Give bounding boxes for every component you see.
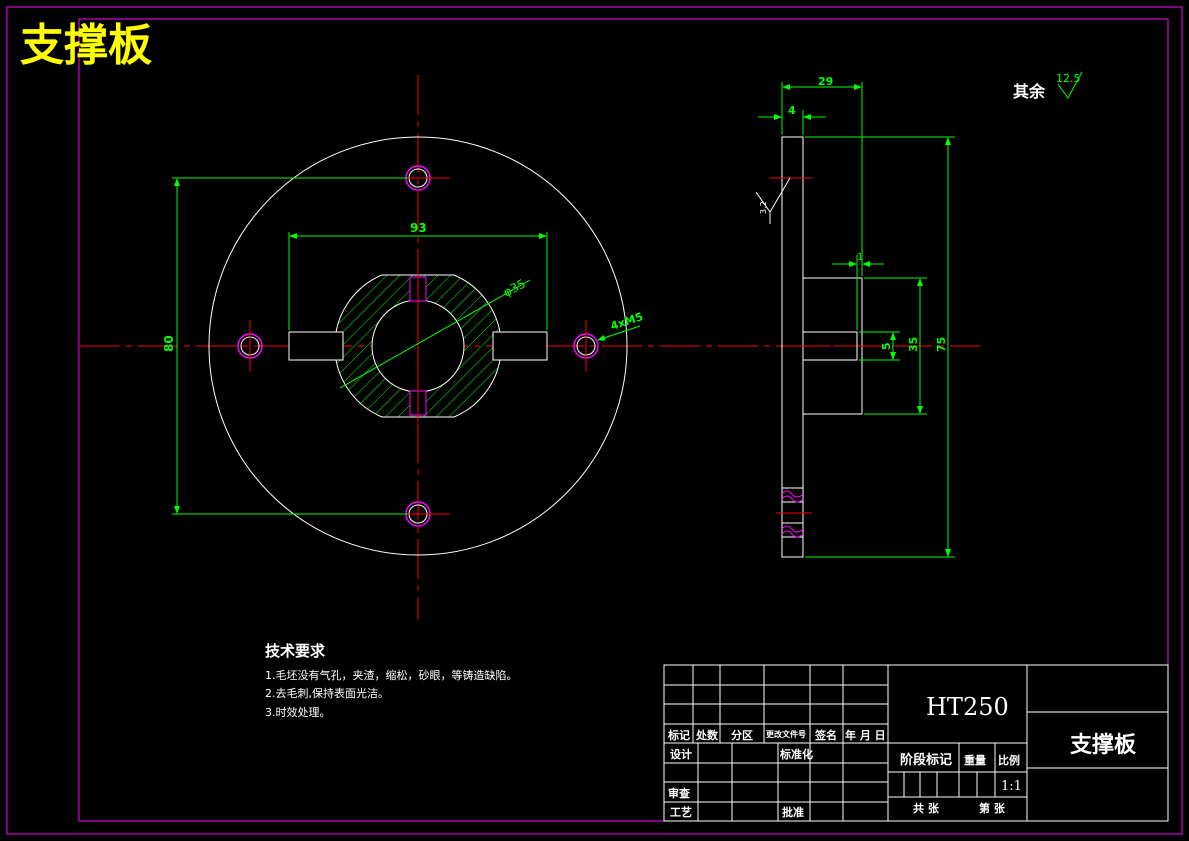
tech-requirements: 技术要求 1.毛坯没有气孔，夹渣，缩松，砂眼，等铸造缺陷。 2.去毛刺,保持表面…	[265, 642, 518, 719]
engineering-drawing: 支撑板 93 80 φ35 4xM5 29 4 75 35 5 1 3.2 其余…	[6, 6, 1183, 835]
dim-4: 4	[758, 104, 826, 135]
svg-text:2.去毛刺,保持表面光洁。: 2.去毛刺,保持表面光洁。	[265, 686, 389, 700]
svg-text:更改文件号: 更改文件号	[766, 729, 806, 739]
svg-text:5: 5	[880, 342, 893, 350]
svg-text:29: 29	[818, 75, 833, 88]
svg-text:75: 75	[935, 337, 948, 352]
svg-text:80: 80	[162, 335, 176, 352]
svg-text:其余: 其余	[1013, 82, 1046, 101]
dim-1: 1	[832, 252, 884, 330]
svg-text:比例: 比例	[998, 753, 1020, 767]
dim-bolt-holes: 4xM5	[597, 310, 645, 341]
svg-text:93: 93	[410, 221, 427, 235]
svg-text:重量: 重量	[964, 753, 986, 767]
svg-text:12.5: 12.5	[1056, 72, 1081, 85]
slot-left	[288, 331, 344, 361]
svg-text:1.毛坯没有气孔，夹渣，缩松，砂眼，等铸造缺陷。: 1.毛坯没有气孔，夹渣，缩松，砂眼，等铸造缺陷。	[265, 668, 518, 682]
drawing-title: 支撑板	[20, 20, 152, 71]
svg-text:标准化: 标准化	[779, 747, 813, 761]
svg-text:35: 35	[907, 337, 920, 352]
side-thread-upper	[781, 487, 804, 503]
svg-text:阶段标记: 阶段标记	[900, 752, 952, 768]
slot-right	[492, 331, 548, 361]
svg-text:3.2: 3.2	[759, 201, 768, 214]
svg-text:1:1: 1:1	[1001, 779, 1022, 794]
front-view: 93 80 φ35 4xM5	[80, 75, 980, 620]
svg-text:标记: 标记	[667, 728, 690, 742]
surface-roughness-note: 其余 12.5	[1013, 71, 1083, 101]
svg-text:签名: 签名	[814, 728, 837, 742]
svg-text:设计: 设计	[670, 747, 692, 761]
svg-text:审查: 审查	[668, 786, 690, 800]
svg-text:年 月 日: 年 月 日	[845, 728, 886, 742]
svg-text:共 张: 共 张	[913, 801, 940, 815]
side-thread-lower	[781, 522, 804, 538]
svg-text:4: 4	[788, 104, 796, 117]
svg-text:1: 1	[857, 252, 863, 263]
svg-text:支撑板: 支撑板	[1070, 733, 1137, 758]
svg-text:批准: 批准	[782, 805, 804, 819]
svg-text:处数: 处数	[695, 728, 719, 742]
svg-text:工艺: 工艺	[670, 805, 692, 819]
svg-text:φ35: φ35	[501, 276, 528, 299]
svg-text:3.时效处理。: 3.时效处理。	[265, 705, 331, 719]
side-view: 29 4 75 35 5 1 3.2	[755, 75, 955, 558]
svg-text:分区: 分区	[731, 728, 753, 742]
svg-text:第 张: 第 张	[979, 801, 1006, 815]
roughness-symbol-side: 3.2	[755, 177, 791, 224]
svg-text:技术要求: 技术要求	[265, 642, 326, 660]
svg-text:HT250: HT250	[926, 693, 1009, 721]
